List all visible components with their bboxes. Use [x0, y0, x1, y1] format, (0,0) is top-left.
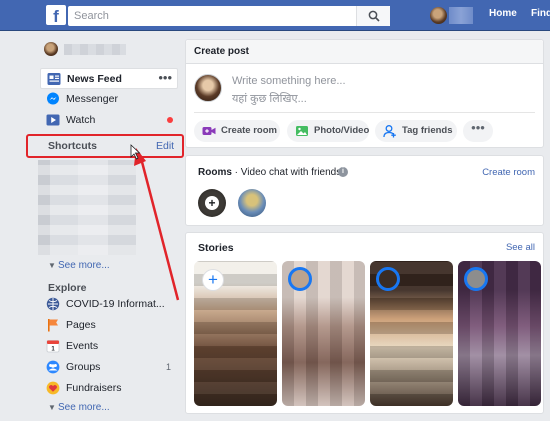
- sidebar-item-fundraisers[interactable]: Fundraisers: [40, 378, 178, 399]
- create-room-label: Create room: [221, 125, 277, 136]
- video-room-icon: [202, 127, 216, 135]
- annotation-highlight-box: [26, 134, 184, 158]
- more-options-icon[interactable]: •••: [158, 70, 172, 85]
- sidebar-item-messenger[interactable]: Messenger: [40, 89, 178, 110]
- facebook-home-screen: f Home Find News F: [0, 0, 550, 421]
- room-friend-avatar[interactable]: [238, 189, 266, 217]
- chevron-down-icon: ▼: [48, 403, 56, 412]
- avatar[interactable]: [194, 74, 222, 102]
- see-more-label: See more...: [58, 402, 110, 413]
- facebook-logo[interactable]: f: [46, 5, 66, 26]
- chevron-down-icon: ▼: [48, 261, 56, 270]
- rooms-card: Rooms · Video chat with friends i Create…: [185, 155, 544, 226]
- see-more-shortcuts[interactable]: ▼ See more...: [48, 260, 110, 271]
- find-friends-link[interactable]: Find: [531, 8, 550, 19]
- add-story-plus-icon[interactable]: +: [202, 269, 224, 291]
- sidebar-item-label: Watch: [66, 114, 96, 126]
- story-card[interactable]: [282, 261, 365, 406]
- stories-see-all-link[interactable]: See all: [506, 242, 535, 253]
- tag-friends-button[interactable]: Tag friends: [375, 120, 457, 142]
- create-room-avatar-button[interactable]: +: [198, 189, 226, 217]
- sidebar-item-label: News Feed: [67, 73, 122, 85]
- notification-dot: [167, 117, 173, 123]
- rooms-title: Rooms · Video chat with friends: [198, 167, 341, 178]
- sidebar-item-groups[interactable]: Groups 1: [40, 357, 178, 378]
- post-composer-placeholder[interactable]: Write something here...: [232, 75, 346, 87]
- post-composer-placeholder-hindi[interactable]: यहां कुछ लिखिए...: [232, 91, 307, 106]
- sidebar-item-watch[interactable]: Watch: [40, 110, 178, 131]
- create-post-title: Create post: [194, 46, 250, 57]
- search-icon: [368, 10, 380, 22]
- sidebar-item-label: Groups: [66, 361, 101, 373]
- search-input[interactable]: [74, 8, 354, 24]
- create-room-link[interactable]: Create room: [482, 167, 535, 178]
- stories-card: Stories See all +: [185, 232, 544, 414]
- photo-icon: [296, 126, 308, 136]
- rooms-title-subtitle: · Video chat with friends: [231, 167, 342, 178]
- sidebar-item-news-feed[interactable]: News Feed •••: [40, 68, 178, 89]
- story-author-avatar: [288, 267, 312, 291]
- create-room-button[interactable]: Create room: [194, 120, 280, 142]
- sidebar-item-label: Events: [66, 340, 99, 352]
- info-icon[interactable]: i: [338, 167, 348, 177]
- sidebar-item-covid-info[interactable]: COVID-19 Informat...: [40, 294, 178, 315]
- profile-name-redacted[interactable]: [64, 44, 126, 55]
- search-box[interactable]: [68, 6, 390, 26]
- profile-avatar[interactable]: [430, 7, 447, 24]
- home-link[interactable]: Home: [489, 8, 517, 19]
- story-card[interactable]: [458, 261, 541, 406]
- groups-count-badge: 1: [166, 362, 172, 372]
- pages-flag-icon: [48, 319, 58, 332]
- rooms-title-bold: Rooms: [198, 167, 232, 178]
- sidebar-item-label: Messenger: [66, 93, 118, 105]
- sidebar-item-label: Fundraisers: [66, 382, 122, 394]
- divider: [194, 112, 535, 113]
- top-bar: f Home Find: [0, 0, 550, 31]
- story-card-add[interactable]: +: [194, 261, 277, 406]
- groups-icon: [46, 360, 60, 374]
- sidebar-item-pages[interactable]: Pages: [40, 315, 178, 336]
- covid-info-icon: [46, 297, 60, 311]
- more-options-button[interactable]: •••: [463, 120, 493, 142]
- create-post-card: Create post Write something here... यहां…: [185, 39, 544, 148]
- tag-friends-icon: [383, 125, 396, 138]
- shortcuts-list-redacted[interactable]: [38, 160, 136, 255]
- watch-icon: [46, 114, 60, 126]
- create-post-header: Create post: [186, 40, 543, 64]
- fundraisers-icon: [46, 381, 60, 395]
- plus-icon: +: [205, 196, 219, 210]
- stories-title: Stories: [198, 242, 234, 254]
- story-card[interactable]: [370, 261, 453, 406]
- see-more-explore[interactable]: ▼ See more...: [48, 402, 110, 413]
- story-author-avatar: [464, 267, 488, 291]
- news-feed-icon: [47, 73, 61, 85]
- messenger-icon: [47, 92, 59, 105]
- search-button[interactable]: [356, 6, 390, 26]
- photo-video-label: Photo/Video: [314, 125, 370, 136]
- sidebar-item-label: COVID-19 Informat...: [66, 298, 165, 310]
- events-calendar-icon: 1: [46, 340, 60, 353]
- story-author-avatar: [376, 267, 400, 291]
- sidebar-item-label: Pages: [66, 319, 96, 331]
- see-more-label: See more...: [58, 260, 110, 271]
- profile-name-redacted[interactable]: [449, 7, 473, 24]
- sidebar-item-events[interactable]: 1 Events: [40, 336, 178, 357]
- tag-friends-label: Tag friends: [402, 125, 453, 136]
- photo-video-button[interactable]: Photo/Video: [287, 120, 369, 142]
- explore-title: Explore: [48, 282, 87, 294]
- avatar[interactable]: [44, 42, 58, 56]
